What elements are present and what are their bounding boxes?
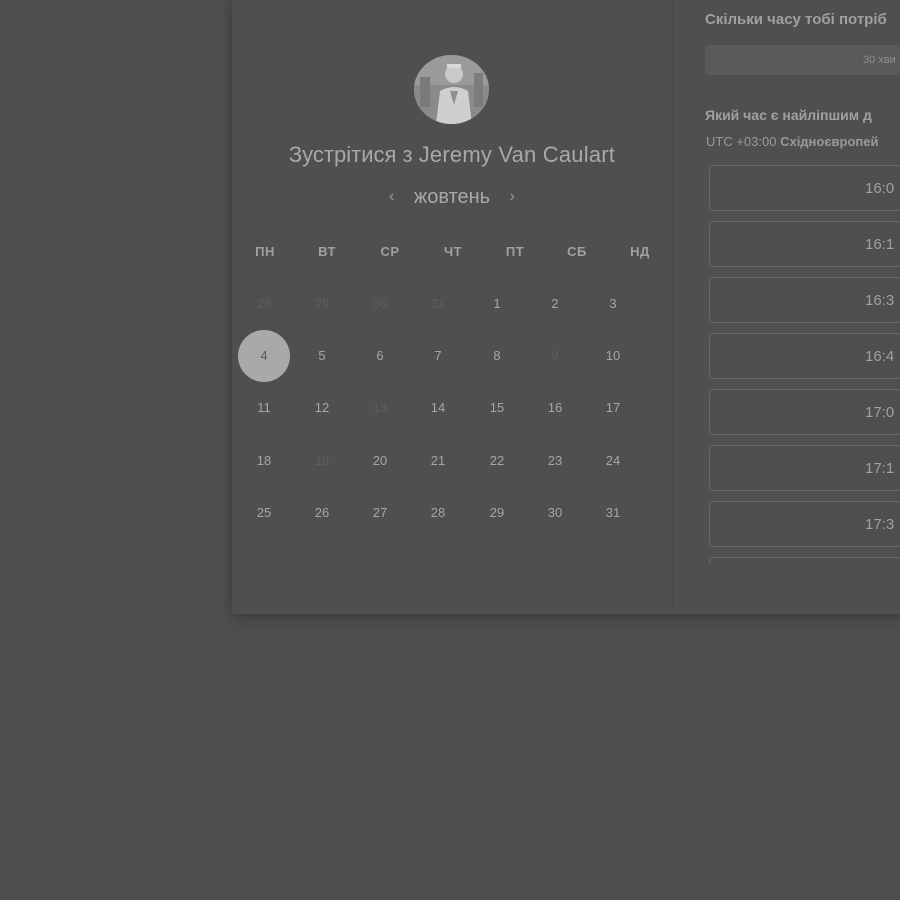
time-slot-button[interactable]: 16:4 [709,333,900,379]
timezone-label[interactable]: UTC +03:00 Східноєвропей [706,134,878,149]
time-slot-button[interactable] [709,557,900,565]
duration-value: 30 хви [863,54,896,66]
time-slot-label: 16:0 [865,180,895,197]
calendar-day[interactable]: 22 [471,435,523,487]
calendar-day[interactable]: 16 [529,382,581,434]
month-label: жовтень [413,186,491,208]
calendar-day[interactable]: 21 [412,435,464,487]
calendar-day[interactable]: 26 [296,487,348,539]
calendar-day[interactable]: 31 [587,487,639,539]
weekday-label: НД [630,244,650,259]
weekday-label: ПТ [505,244,525,259]
calendar-day[interactable]: 7 [412,330,464,382]
calendar-day: 30 [372,296,388,311]
host-name: Jeremy Van Caulart [418,142,616,167]
calendar-day[interactable]: 25 [238,487,290,539]
time-slot-button[interactable]: 17:1 [709,445,900,491]
time-slot-label: 17:1 [865,460,895,477]
time-slot-button[interactable]: 16:0 [709,165,900,211]
weekday-header: ПН ВТ СР ЧТ ПТ СБ НД [232,244,672,262]
time-slot-button[interactable]: 16:1 [709,221,900,267]
time-slot-label: 17:3 [865,516,895,533]
duration-select[interactable]: 30 хви [705,45,900,75]
calendar-day[interactable]: 30 [529,487,581,539]
calendar-panel: Зустрітися з Jeremy Van Caulart ‹ жовтен… [232,0,672,614]
time-slot-button[interactable]: 16:3 [709,277,900,323]
calendar-day[interactable]: 12 [296,382,348,434]
calendar-day: 13 [372,400,388,415]
weekday-label: СБ [567,244,587,259]
weekday-label: ПН [255,244,275,259]
month-navigation: ‹ жовтень › [232,186,672,209]
calendar-day: 28 [256,296,272,311]
calendar-day: 19 [314,453,330,468]
time-slot-button[interactable]: 17:3 [709,501,900,547]
calendar-day[interactable]: 11 [238,382,290,434]
next-month-icon[interactable]: › [496,188,529,206]
scheduler-card: Зустрітися з Jeremy Van Caulart ‹ жовтен… [232,0,900,614]
calendar-day: 29 [314,296,330,311]
calendar-day[interactable]: 24 [587,435,639,487]
calendar-day[interactable]: 29 [471,487,523,539]
weekday-label: ЧТ [443,244,463,259]
time-slot-label: 17:0 [865,404,895,421]
timezone-offset: UTC +03:00 [706,134,777,149]
booking-panel: Скільки часу тобі потріб 30 хви Який час… [673,0,900,614]
time-question: Який час є найліпшим д [705,107,872,123]
weekday-label: СР [380,244,400,259]
calendar-day[interactable]: 15 [471,382,523,434]
calendar-day[interactable]: 3 [587,278,639,330]
host-avatar [414,55,489,124]
calendar-day[interactable]: 28 [412,487,464,539]
calendar-day[interactable]: 14 [412,382,464,434]
calendar-day[interactable]: 23 [529,435,581,487]
calendar-day[interactable]: 20 [354,435,406,487]
calendar-day[interactable]: 10 [587,330,639,382]
prev-month-icon[interactable]: ‹ [375,188,408,206]
time-slot-label: 16:3 [865,292,895,309]
calendar-day[interactable]: 6 [354,330,406,382]
calendar-day[interactable]: 1 [471,278,523,330]
calendar-day[interactable]: 2 [529,278,581,330]
time-slot-label: 16:4 [865,348,895,365]
time-slot-button[interactable]: 17:0 [709,389,900,435]
timezone-name: Східноєвропей [780,134,879,149]
time-slot-label: 16:1 [865,236,895,253]
title-prefix: Зустрітися з [288,142,413,167]
calendar-day-selected[interactable]: 4 [238,330,290,382]
weekday-label: ВТ [318,244,336,259]
calendar-day[interactable]: 8 [471,330,523,382]
calendar-day[interactable]: 27 [354,487,406,539]
duration-question: Скільки часу тобі потріб [705,11,887,28]
meeting-title: Зустрітися з Jeremy Van Caulart [232,142,672,168]
calendar-day[interactable]: 5 [296,330,348,382]
calendar-day: 31 [430,296,446,311]
calendar-day: 9 [551,348,559,363]
calendar-day[interactable]: 17 [587,382,639,434]
calendar-day[interactable]: 18 [238,435,290,487]
